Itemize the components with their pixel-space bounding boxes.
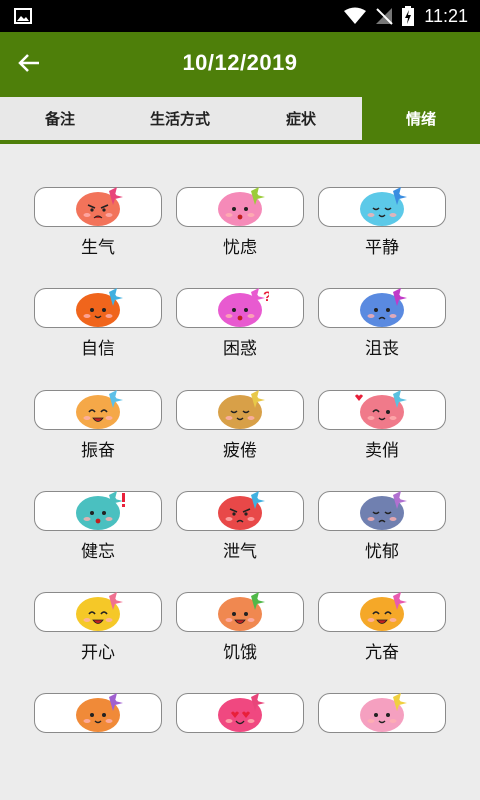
mood-item[interactable]: 饥饿 [176,592,306,663]
emoji-face-icon [218,187,265,226]
page-title: 10/12/2019 [182,50,298,75]
mood-item[interactable]: 平静 [318,187,448,258]
mood-label: 困惑 [223,339,257,359]
emoji-face-icon [360,592,407,631]
wifi-icon [344,7,367,24]
mood-label: 饥饿 [223,643,257,663]
mood-item[interactable]: 开心 [34,592,164,663]
battery-charging-icon [402,6,415,26]
emoji-face-icon [360,187,407,226]
status-bar: 11:21 [0,0,480,32]
tab-mood[interactable]: 情绪 [362,97,480,140]
mood-label: 振奋 [81,441,115,461]
mood-item[interactable]: 沮丧 [318,288,448,359]
tab-label: 症状 [285,110,316,128]
mood-item[interactable]: 振奋 [34,390,164,461]
mood-item[interactable]: 泄气 [176,491,306,562]
mood-item[interactable]: 忧虑 [176,187,306,258]
emoji-face-icon [355,390,407,429]
mood-item[interactable]: 卖俏 [318,390,448,461]
tab-bar: 备注 生活方式 症状 情绪 [0,94,480,140]
mood-item[interactable]: 自信 [34,288,164,359]
image-notification-icon [14,8,32,24]
mood-label: 生气 [81,238,115,258]
tab-label: 备注 [44,110,75,128]
tab-lifestyle[interactable]: 生活方式 [120,97,240,140]
emoji-face-icon [218,693,265,732]
mood-item[interactable]: 亢奋 [318,592,448,663]
mood-label: 忧虑 [223,238,257,258]
signal-off-icon [376,8,393,25]
mood-label: 忧郁 [365,542,399,562]
mood-label: 卖俏 [365,441,399,461]
mood-item[interactable] [318,693,448,763]
emoji-face-icon [76,592,123,631]
mood-item[interactable]: 健忘 [34,491,164,562]
mood-label: 平静 [365,238,399,258]
emoji-face-icon [360,693,407,732]
emoji-face-icon [76,390,123,429]
mood-label: 健忘 [81,542,115,562]
emoji-face-icon [76,187,123,226]
mood-label: 自信 [81,339,115,359]
mood-item[interactable]: 忧郁 [318,491,448,562]
emoji-face-icon [218,390,265,429]
emoji-face-icon: ? [218,288,269,327]
mood-label: 泄气 [223,542,257,562]
mood-label: 亢奋 [365,643,399,663]
mood-item[interactable] [34,693,164,763]
emoji-face-icon [76,693,123,732]
app-bar: 10/12/2019 [0,32,480,94]
tab-label: 情绪 [405,110,436,128]
tab-symptoms[interactable]: 症状 [240,97,362,140]
tab-label: 生活方式 [149,110,210,128]
emoji-face-icon [360,288,407,327]
mood-item[interactable]: 疲倦 [176,390,306,461]
status-time: 11:21 [424,5,468,26]
mood-item[interactable]: 生气 [34,187,164,258]
emoji-face-icon [218,592,265,631]
tab-notes[interactable]: 备注 [0,97,120,140]
emoji-face-icon [218,491,265,530]
mood-label: 沮丧 [365,339,399,359]
mood-label: 开心 [81,643,115,663]
emoji-face-icon [360,491,407,530]
mood-label: 疲倦 [223,441,257,461]
mood-item[interactable] [176,693,306,763]
mood-item[interactable]: ? 困惑 [176,288,306,359]
svg-text:?: ? [263,288,269,304]
mood-grid: 生气 忧虑 平静 自信 ?困惑 沮丧 振奋 疲倦 卖俏 健忘 泄气 忧郁 开心 … [0,144,480,800]
emoji-face-icon [76,288,123,327]
emoji-face-icon [76,491,125,530]
